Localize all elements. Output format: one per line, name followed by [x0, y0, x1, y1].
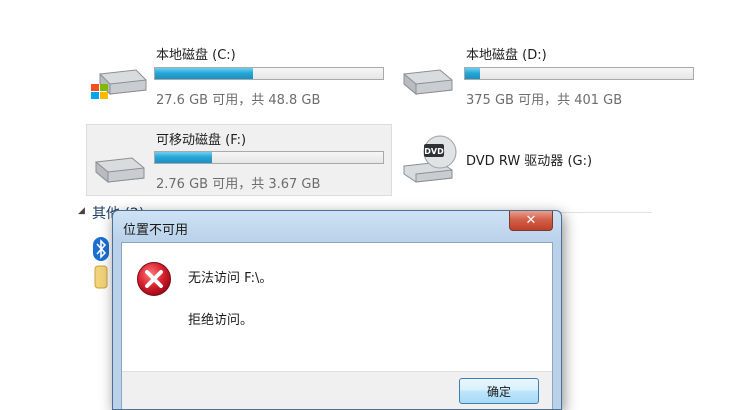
dialog-title: 位置不可用: [123, 223, 189, 238]
collapse-arrow-icon[interactable]: ◢: [78, 206, 85, 216]
drive-d-usage-bar: [464, 67, 694, 80]
ok-button[interactable]: 确定: [459, 378, 539, 404]
drive-c-usage-bar: [154, 67, 384, 80]
drive-c-capacity: 27.6 GB 可用，共 48.8 GB: [156, 93, 321, 108]
error-detail: 拒绝访问。: [188, 313, 254, 328]
hard-drive-icon: [403, 69, 453, 96]
error-message: 无法访问 F:\。: [188, 271, 273, 286]
error-icon: [137, 262, 171, 296]
drive-d-name: 本地磁盘 (D:): [466, 48, 547, 63]
drive-d-usage-fill: [465, 68, 480, 79]
drive-g-tile[interactable]: DVD DVD RW 驱动器 (G:): [398, 124, 688, 196]
drive-f-usage-fill: [155, 152, 212, 163]
drive-c-name: 本地磁盘 (C:): [156, 48, 236, 63]
drive-f-name: 可移动磁盘 (F:): [156, 133, 247, 148]
drive-f-usage-bar: [154, 151, 384, 164]
dvd-drive-icon: DVD: [403, 135, 457, 183]
drive-d-capacity: 375 GB 可用，共 401 GB: [466, 93, 623, 108]
drive-c-usage-fill: [155, 68, 254, 79]
device-icon: [94, 265, 108, 289]
removable-drive-icon: [95, 157, 145, 184]
drive-c-tile[interactable]: 本地磁盘 (C:) 27.6 GB 可用，共 48.8 GB: [86, 38, 392, 110]
drive-f-capacity: 2.76 GB 可用，共 3.67 GB: [156, 177, 321, 192]
location-unavailable-dialog: 位置不可用 ✕ 无法访问 F:\。 拒绝访问。 确定: [112, 210, 562, 410]
drive-d-tile[interactable]: 本地磁盘 (D:) 375 GB 可用，共 401 GB: [398, 38, 694, 110]
svg-text:DVD: DVD: [424, 147, 444, 156]
close-button[interactable]: ✕: [509, 211, 553, 231]
bluetooth-icon: [93, 237, 109, 261]
hard-drive-windows-icon: [91, 69, 147, 99]
drive-f-tile[interactable]: 可移动磁盘 (F:) 2.76 GB 可用，共 3.67 GB: [86, 124, 392, 196]
dialog-body: 无法访问 F:\。 拒绝访问。 确定: [121, 242, 553, 409]
drive-g-name: DVD RW 驱动器 (G:): [466, 154, 593, 169]
